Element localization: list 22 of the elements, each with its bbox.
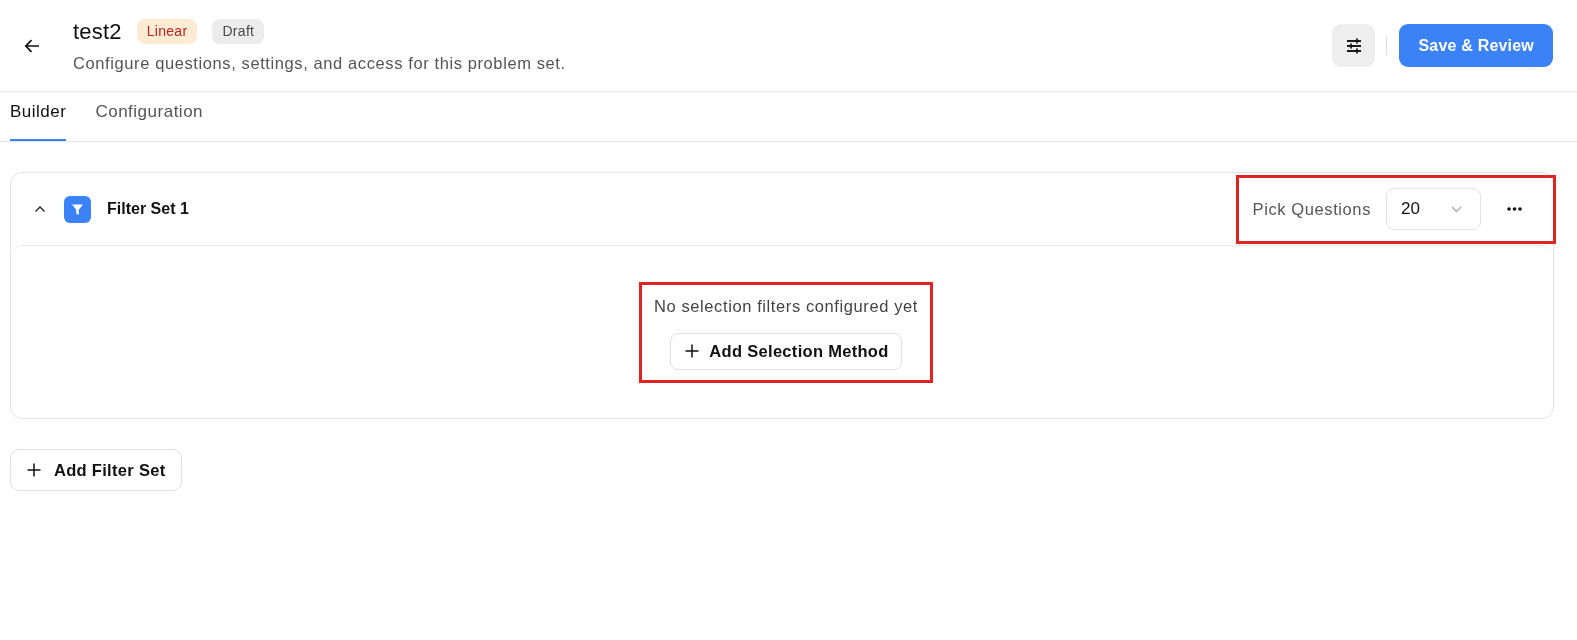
add-selection-method-button[interactable]: Add Selection Method <box>670 332 902 370</box>
page-subtitle: Configure questions, settings, and access for this problem set. <box>73 52 567 73</box>
plus-icon <box>685 344 700 358</box>
status-badge: Draft <box>212 19 265 44</box>
add-filter-set-button[interactable]: Add Filter Set <box>10 449 183 491</box>
plus-icon <box>27 463 41 477</box>
arrow-left-icon <box>24 37 40 54</box>
chevron-up-icon <box>34 205 46 213</box>
tab[interactable]: Configuration <box>95 92 204 141</box>
status-badge: Linear <box>136 19 198 44</box>
filter-icon <box>64 195 91 223</box>
question-count-select[interactable]: 20 <box>1386 188 1481 230</box>
page-title: test2 <box>73 18 122 45</box>
save-review-button[interactable]: Save & Review <box>1399 24 1553 67</box>
tab[interactable]: Builder <box>10 92 67 141</box>
chevron-down-icon <box>1451 205 1462 213</box>
empty-state-message: No selection filters configured yet <box>653 295 918 316</box>
pick-questions-label: Pick Questions <box>1252 199 1371 219</box>
filter-set-title: Filter Set 1 <box>107 200 189 218</box>
ellipsis-icon <box>1507 207 1522 211</box>
settings-button[interactable] <box>1332 24 1376 67</box>
sliders-icon <box>1344 36 1363 55</box>
